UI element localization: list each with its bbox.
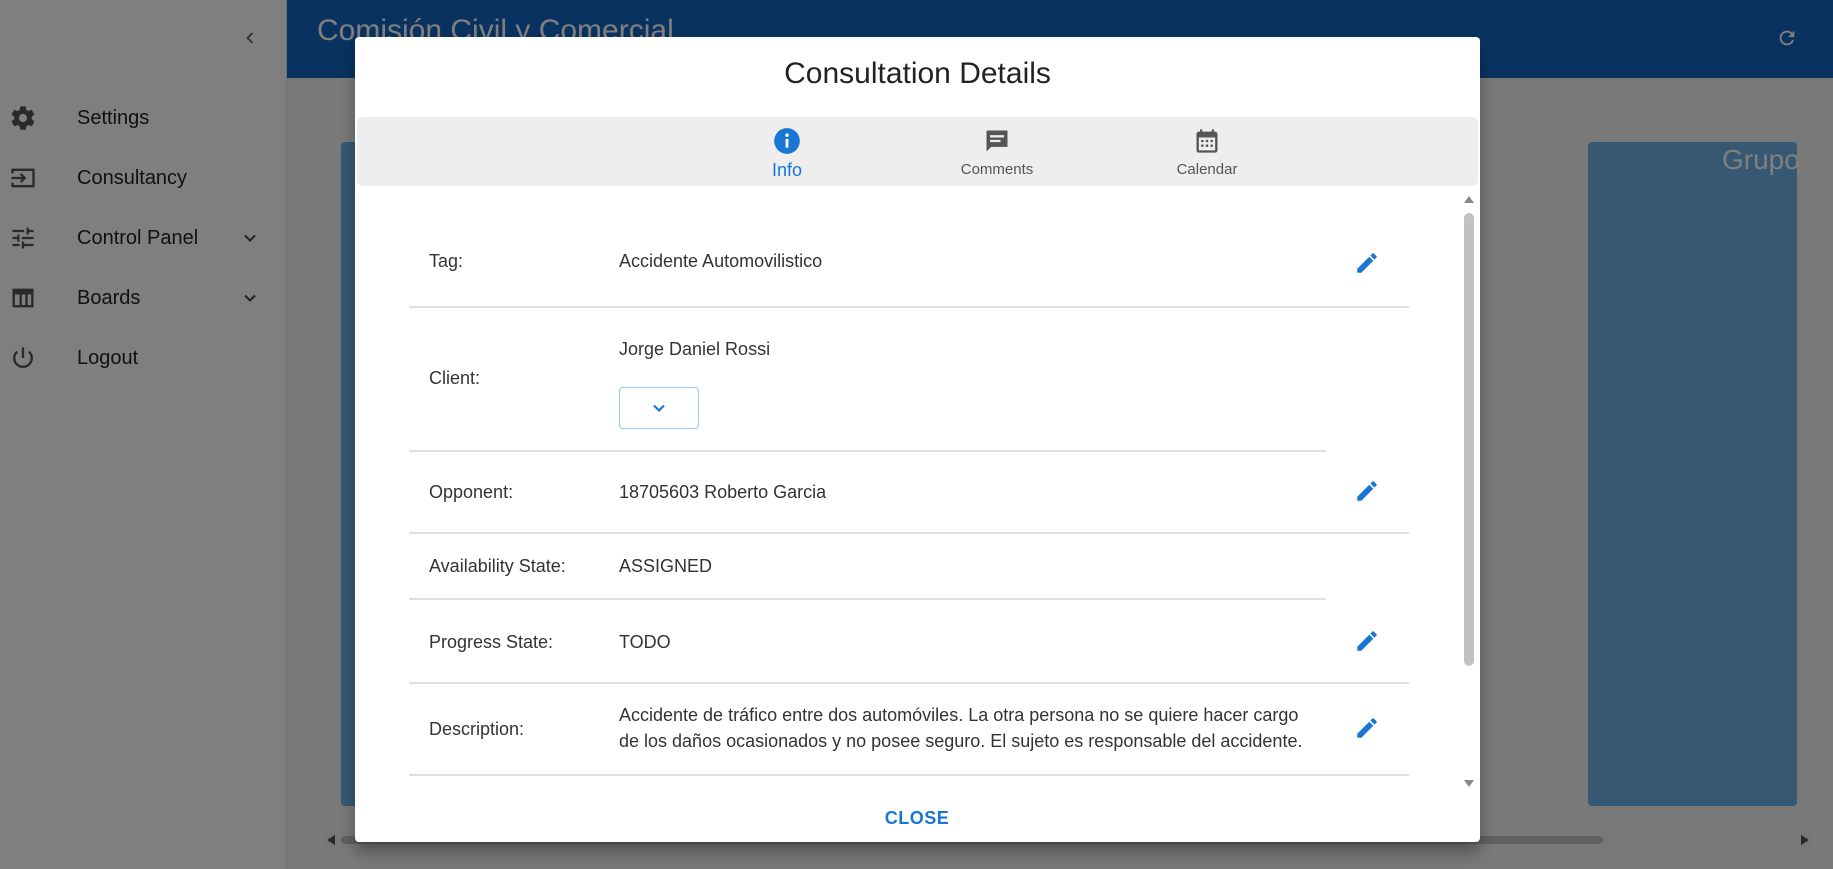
pencil-icon — [1357, 718, 1377, 738]
dialog-content: Tag: Accidente Automovilistico Client: J… — [355, 186, 1480, 826]
field-row-progress: Progress State: TODO — [409, 600, 1409, 684]
comment-icon — [983, 127, 1011, 155]
edit-progress-button[interactable] — [1350, 624, 1384, 658]
info-icon — [773, 127, 801, 155]
field-label: Opponent: — [429, 482, 514, 502]
tab-comments[interactable]: Comments — [917, 117, 1077, 186]
field-value: Jorge Daniel Rossi — [619, 339, 771, 359]
chevron-down-icon — [653, 404, 665, 413]
field-row-client: Client: Jorge Daniel Rossi — [409, 308, 1326, 452]
field-label: Availability State: — [429, 556, 566, 576]
consultation-details-dialog: Consultation Details Info Comments Calen… — [355, 37, 1480, 842]
edit-tag-button[interactable] — [1350, 246, 1384, 280]
field-row-description: Description: Accidente de tráfico entre … — [409, 684, 1409, 776]
field-value: Accidente Automovilistico — [619, 251, 823, 271]
pencil-icon — [1357, 253, 1377, 273]
field-value: Accidente de tráfico entre dos automóvil… — [619, 705, 1303, 751]
vertical-scrollbar[interactable] — [1463, 192, 1475, 792]
tab-calendar[interactable]: Calendar — [1127, 117, 1287, 186]
field-row-opponent: Opponent: 18705603 Roberto Garcia — [409, 452, 1409, 534]
dialog-tabs: Info Comments Calendar — [357, 117, 1478, 186]
field-value: TODO — [619, 632, 671, 652]
field-row-availability: Availability State: ASSIGNED — [409, 534, 1326, 600]
field-row-tag: Tag: Accidente Automovilistico — [409, 220, 1409, 308]
field-value: 18705603 Roberto Garcia — [619, 482, 827, 502]
tab-info[interactable]: Info — [707, 117, 867, 186]
field-label: Tag: — [429, 251, 464, 271]
field-label: Description: — [429, 719, 525, 739]
tab-label: Info — [771, 160, 803, 180]
tab-label: Comments — [960, 161, 1034, 178]
tab-label: Calendar — [1176, 161, 1238, 178]
field-label: Client: — [429, 368, 481, 388]
scroll-down-icon[interactable] — [1464, 780, 1474, 787]
edit-opponent-button[interactable] — [1350, 474, 1384, 508]
dialog-title: Consultation Details — [784, 57, 1051, 90]
expand-client-button[interactable] — [619, 387, 699, 429]
field-label: Progress State: — [429, 632, 554, 652]
field-value: ASSIGNED — [619, 556, 713, 576]
pencil-icon — [1357, 481, 1377, 501]
scrollbar-thumb[interactable] — [1464, 213, 1474, 666]
pencil-icon — [1357, 631, 1377, 651]
scroll-up-icon[interactable] — [1464, 196, 1474, 203]
edit-description-button[interactable] — [1350, 711, 1384, 745]
calendar-icon — [1193, 127, 1221, 155]
close-button[interactable]: CLOSE — [837, 803, 997, 833]
